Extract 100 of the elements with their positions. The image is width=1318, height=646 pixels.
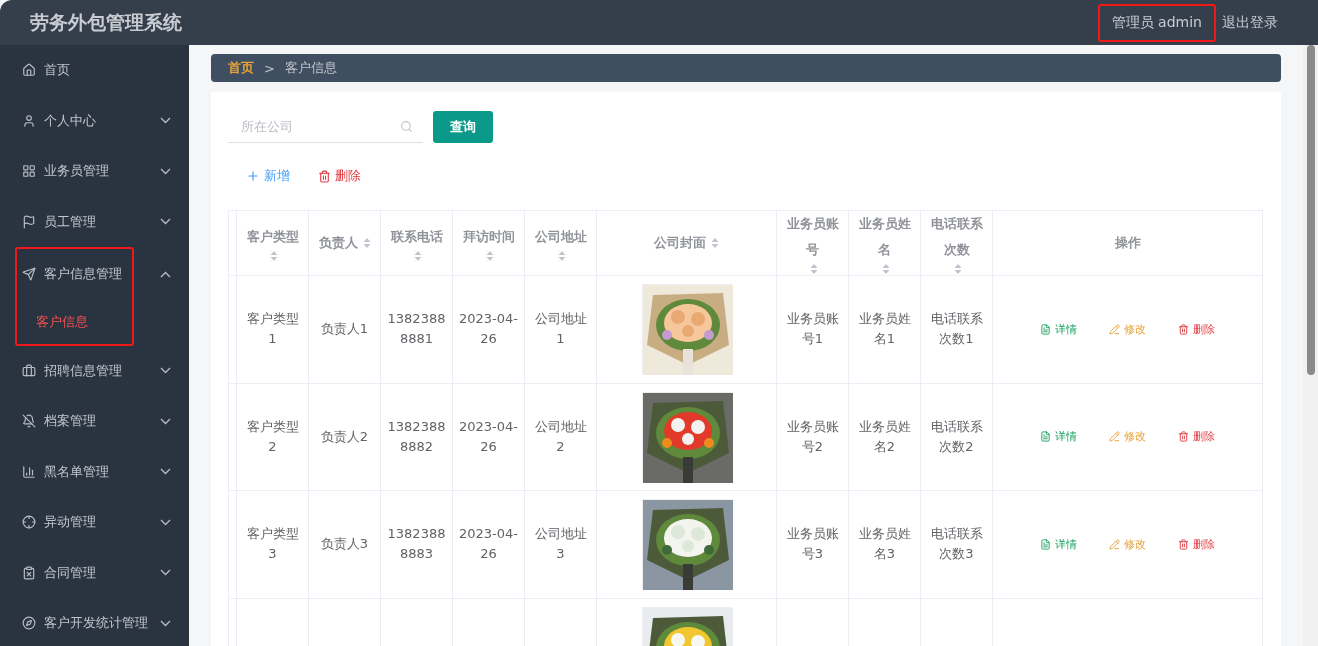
table-cell: 13823888883 bbox=[387, 526, 446, 562]
table-cell: 公司地址2 bbox=[534, 418, 587, 454]
sidebar-item[interactable]: 招聘信息管理 bbox=[0, 345, 189, 396]
document-icon bbox=[1040, 323, 1051, 335]
row-action-button[interactable]: 详情 bbox=[1040, 536, 1077, 552]
sidebar-item[interactable]: 客户开发统计管理 bbox=[0, 598, 189, 646]
row-action-button[interactable]: 修改 bbox=[1109, 321, 1146, 337]
chevron-down-icon bbox=[160, 518, 171, 526]
logout-link[interactable]: 退出登录 bbox=[1222, 13, 1278, 32]
sort-icon[interactable] bbox=[882, 263, 890, 275]
crosshair-icon bbox=[22, 515, 36, 530]
search-button[interactable]: 查询 bbox=[433, 110, 493, 143]
table-cell: 业务员账号1 bbox=[786, 311, 839, 347]
table-cell: 业务员姓名2 bbox=[858, 418, 911, 454]
pencil-icon bbox=[1109, 538, 1120, 550]
sort-icon[interactable] bbox=[558, 250, 566, 262]
pencil-icon bbox=[1109, 431, 1120, 443]
column-header: 业务员姓名 bbox=[857, 215, 912, 259]
table-cell: 公司地址1 bbox=[534, 311, 587, 347]
sidebar-item[interactable]: 异动管理 bbox=[0, 497, 189, 548]
flag-icon bbox=[22, 214, 36, 229]
table-cell: 客户类型2 bbox=[246, 418, 299, 454]
column-header: 公司封面 bbox=[654, 234, 706, 252]
compass-icon bbox=[22, 616, 36, 631]
column-header: 联系电话 bbox=[390, 228, 443, 246]
row-action-button[interactable]: 删除 bbox=[1178, 536, 1215, 552]
sidebar-item[interactable]: 档案管理 bbox=[0, 396, 189, 447]
document-icon bbox=[1040, 431, 1051, 443]
table-cell: 13823888882 bbox=[387, 418, 446, 454]
add-button[interactable]: 新增 bbox=[246, 167, 290, 185]
trash-icon bbox=[1178, 538, 1189, 550]
column-header: 业务员账号 bbox=[785, 215, 840, 259]
row-action-button[interactable]: 详情 bbox=[1040, 321, 1077, 337]
send-icon bbox=[22, 267, 36, 282]
submenu-item[interactable]: 客户信息 bbox=[17, 299, 132, 344]
table-cell: 电话联系次数3 bbox=[930, 526, 983, 562]
sort-icon[interactable] bbox=[362, 237, 371, 249]
chevron-down-icon bbox=[160, 218, 171, 226]
table-cell: 2023-04-26 bbox=[459, 418, 518, 454]
column-header: 公司地址 bbox=[534, 228, 587, 246]
sort-icon[interactable] bbox=[711, 237, 719, 249]
chevron-down-icon bbox=[160, 569, 171, 577]
delete-button[interactable]: 删除 bbox=[318, 167, 361, 185]
table-cell: 2023-04-26 bbox=[459, 311, 518, 347]
table-cell: 2023-04-26 bbox=[459, 526, 518, 562]
sidebar-item[interactable]: 黑名单管理 bbox=[0, 446, 189, 497]
row-action-button[interactable]: 删除 bbox=[1178, 429, 1215, 445]
sidebar-item[interactable]: 首页 bbox=[0, 45, 189, 96]
trash-icon bbox=[1178, 431, 1189, 443]
pencil-icon bbox=[1109, 323, 1120, 335]
chevron-down-icon bbox=[160, 117, 171, 125]
home-icon bbox=[22, 63, 36, 78]
row-action-button[interactable]: 删除 bbox=[1178, 321, 1215, 337]
table-cell: 电话联系次数2 bbox=[930, 418, 983, 454]
trash-icon bbox=[318, 169, 331, 183]
sort-icon[interactable] bbox=[270, 250, 278, 262]
table-cell: 业务员账号2 bbox=[786, 418, 839, 454]
sidebar-item[interactable]: 业务员管理 bbox=[0, 146, 189, 197]
grid-icon bbox=[22, 164, 36, 179]
table-cell: 负责人1 bbox=[320, 321, 369, 337]
table-cell: 客户类型1 bbox=[246, 311, 299, 347]
sort-icon[interactable] bbox=[486, 250, 494, 262]
document-icon bbox=[1040, 538, 1051, 550]
breadcrumb-link[interactable]: 首页 bbox=[228, 59, 254, 77]
scrollbar[interactable] bbox=[1303, 45, 1318, 646]
app-title: 劳务外包管理系统 bbox=[30, 9, 183, 35]
column-header: 拜访时间 bbox=[462, 228, 515, 246]
chevron-down-icon bbox=[160, 468, 171, 476]
chevron-up-icon bbox=[160, 270, 171, 278]
plus-icon bbox=[246, 169, 260, 183]
sidebar-item[interactable]: 合同管理 bbox=[0, 547, 189, 598]
column-header: 客户类型 bbox=[246, 228, 299, 246]
column-header: 电话联系次数 bbox=[929, 215, 984, 259]
chevron-down-icon bbox=[160, 167, 171, 175]
row-action-button[interactable]: 修改 bbox=[1109, 536, 1146, 552]
sort-icon[interactable] bbox=[810, 263, 818, 275]
breadcrumb-current: 客户信息 bbox=[284, 59, 337, 77]
column-header: 操作 bbox=[1114, 234, 1141, 252]
table-cell: 13823888881 bbox=[387, 311, 446, 347]
search-icon bbox=[400, 120, 413, 133]
sidebar-item[interactable]: 客户信息管理 bbox=[17, 249, 189, 300]
clipboard-x-icon bbox=[22, 565, 36, 580]
sidebar-item[interactable]: 个人中心 bbox=[0, 95, 189, 146]
table-cell: 客户类型3 bbox=[246, 526, 299, 562]
column-header: 负责人 bbox=[318, 234, 358, 252]
chevron-down-icon bbox=[160, 417, 171, 425]
sidebar-item[interactable]: 员工管理 bbox=[0, 196, 189, 247]
table-cell: 负责人3 bbox=[320, 536, 369, 552]
table-cell: 公司地址3 bbox=[534, 526, 587, 562]
row-action-button[interactable]: 详情 bbox=[1040, 429, 1077, 445]
sort-icon[interactable] bbox=[954, 263, 962, 275]
sort-icon[interactable] bbox=[414, 250, 422, 262]
table-cell: 业务员姓名1 bbox=[858, 311, 911, 347]
table-cell: 负责人2 bbox=[320, 428, 369, 444]
briefcase-icon bbox=[22, 363, 36, 378]
breadcrumb-separator: > bbox=[264, 60, 275, 76]
table-cell: 业务员姓名3 bbox=[858, 526, 911, 562]
bell-off-icon bbox=[22, 414, 36, 429]
row-action-button[interactable]: 修改 bbox=[1109, 429, 1146, 445]
chevron-down-icon bbox=[160, 367, 171, 375]
